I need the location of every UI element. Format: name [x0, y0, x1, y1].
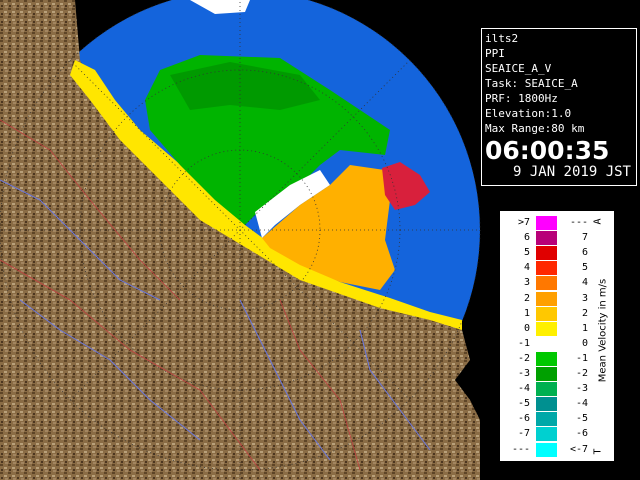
legend-left-value: -6: [517, 413, 530, 425]
legend-swatch: [536, 351, 557, 366]
legend-row: -5 -4: [500, 396, 590, 412]
legend-row: -7 -6: [500, 426, 590, 442]
legend-swatch: [536, 306, 557, 321]
legend-left-value: 3: [523, 277, 530, 289]
task-name: Task: SEAICE_A: [485, 77, 578, 90]
legend-bottom-marker: T: [592, 448, 604, 455]
scan-date: 9 JAN 2019 JST: [512, 164, 631, 180]
legend-title-area: A Mean Velocity in m/s T: [591, 215, 615, 459]
legend-left-value: -3: [517, 368, 530, 379]
legend-left-value: -2: [517, 352, 530, 364]
legend-swatch: [536, 216, 557, 230]
legend-right-value: -5: [575, 413, 588, 425]
legend-swatch: [536, 291, 557, 306]
legend-row: -1 0: [500, 336, 590, 352]
legend-right-value: -4: [575, 398, 588, 410]
legend-right-value: -2: [575, 368, 588, 379]
legend-left-value: 4: [523, 262, 530, 274]
legend-left-value: 1: [523, 307, 530, 319]
legend-swatch: [536, 442, 557, 457]
legend-right-value: 3: [581, 292, 588, 304]
legend-right-value: 0: [581, 337, 588, 349]
elevation-value: Elevation:1.0: [485, 107, 572, 120]
legend-swatch: [536, 382, 557, 397]
scan-time: 06:00:35: [485, 136, 610, 165]
legend-left-value: -4: [517, 383, 530, 395]
legend-row: >7 ---: [500, 215, 590, 231]
legend-row: 12: [500, 306, 590, 322]
legend-left-value: -7: [517, 428, 530, 440]
legend-left-value: ---: [511, 443, 530, 455]
legend-right-value: 7: [581, 232, 588, 244]
legend-right-value: ---: [569, 217, 588, 228]
legend-right-value: -1: [575, 352, 588, 364]
legend-swatch: [536, 412, 557, 427]
legend-right-value: <-7: [569, 443, 588, 455]
legend-swatch: [536, 367, 557, 381]
legend-left-value: 2: [523, 292, 530, 304]
legend-row: -4 -3: [500, 381, 590, 397]
legend-swatch: [536, 397, 557, 412]
legend-left-value: -5: [517, 398, 530, 410]
legend-right-value: 4: [581, 277, 588, 289]
info-panel: ilts2 PPI SEAICE_A_V Task: SEAICE_A PRF:…: [481, 28, 637, 186]
max-range-value: Max Range:80 km: [485, 122, 585, 135]
legend-row: 34: [500, 275, 590, 291]
product-name: SEAICE_A_V: [485, 62, 552, 75]
velocity-legend: >7 --- 6 7 5 6 4 5 3 4 2 3 1 2 0 1 -1 0 -2 -1 -3 -2 -4 -3 -5 -4 -6…: [499, 210, 615, 462]
legend-left-value: >7: [517, 217, 530, 228]
site-name: ilts2: [485, 32, 519, 45]
legend-row: 23: [500, 291, 590, 307]
legend-swatch: [536, 427, 557, 442]
product-type: PPI: [485, 47, 505, 60]
legend-row: -6 -5: [500, 411, 590, 427]
legend-swatch: [536, 231, 557, 246]
legend-right-value: 2: [581, 307, 588, 319]
legend-left-value: -1: [517, 337, 530, 349]
legend-row: --- <-7: [500, 442, 590, 458]
legend-right-value: 1: [581, 322, 588, 334]
legend-row: 45: [500, 260, 590, 276]
legend-swatch: [536, 276, 557, 291]
legend-left-value: 6: [523, 232, 530, 244]
legend-right-value: -3: [575, 383, 588, 395]
legend-row: 01: [500, 321, 590, 337]
prf-value: PRF: 1800Hz: [485, 92, 558, 105]
legend-right-value: 6: [581, 247, 588, 259]
legend-left-value: 5: [523, 247, 530, 259]
legend-row: -3 -2: [500, 366, 590, 382]
legend-row: 67: [500, 230, 590, 246]
legend-left-value: 0: [523, 322, 530, 334]
legend-row: -2 -1: [500, 351, 590, 367]
legend-right-value: 5: [581, 262, 588, 274]
legend-swatch: [536, 261, 557, 276]
legend-swatch: [536, 321, 557, 336]
legend-right-value: -6: [575, 428, 588, 440]
legend-swatch: [536, 336, 557, 351]
legend-swatch: [536, 246, 557, 261]
legend-row: 56: [500, 245, 590, 261]
legend-title: Mean Velocity in m/s: [597, 278, 609, 383]
